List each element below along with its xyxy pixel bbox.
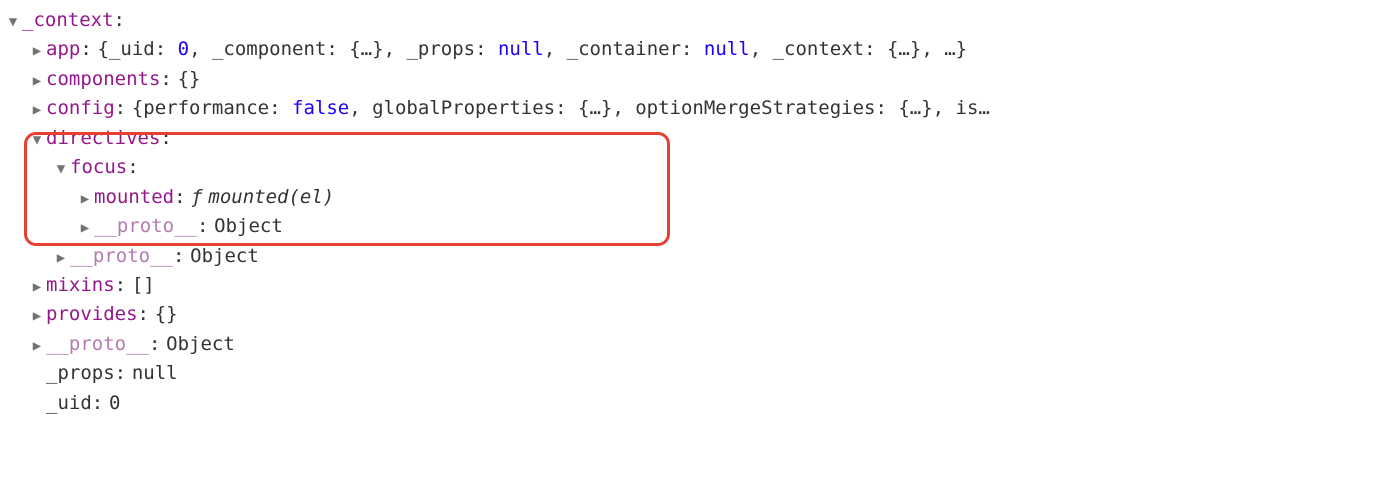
node-directives[interactable]: ▼ directives: — [6, 124, 1366, 153]
chevron-right-icon[interactable]: ▶ — [54, 251, 68, 265]
chevron-down-icon[interactable]: ▼ — [54, 162, 68, 176]
chevron-down-icon[interactable]: ▼ — [30, 133, 44, 147]
node-value: {} — [178, 65, 201, 94]
preview-value: {…} — [578, 97, 612, 119]
node-proto-context[interactable]: ▶ __proto__: Object — [6, 330, 1366, 359]
node-mixins[interactable]: ▶ mixins: [] — [6, 271, 1366, 300]
chevron-right-icon[interactable]: ▶ — [78, 192, 92, 206]
node-provides[interactable]: ▶ provides: {} — [6, 300, 1366, 329]
preview-value: {…} — [349, 38, 383, 60]
object-preview: _uid: 0, _component: {…}, _props: null, … — [109, 35, 921, 64]
preview-value: null — [704, 38, 750, 60]
node-key: _props — [46, 359, 115, 388]
preview-key: performance — [143, 97, 269, 119]
preview-key: _context — [773, 38, 865, 60]
preview-key: _component — [212, 38, 326, 60]
node-value: null — [132, 359, 178, 388]
node-key: mounted — [94, 183, 174, 212]
node-key: __proto__ — [94, 212, 197, 241]
node-proto-focus[interactable]: ▶ __proto__: Object — [6, 212, 1366, 241]
chevron-right-icon[interactable]: ▶ — [30, 74, 44, 88]
preview-value: null — [498, 38, 544, 60]
node-key: provides — [46, 300, 138, 329]
node-key: __proto__ — [70, 242, 173, 271]
preview-key: optionMergeStrategies — [635, 97, 875, 119]
node-focus[interactable]: ▼ focus: — [6, 153, 1366, 182]
preview-open: { — [98, 35, 109, 64]
preview-value: {…} — [887, 38, 921, 60]
function-signature: mounted(el) — [208, 183, 334, 212]
node-value: Object — [190, 242, 259, 271]
preview-open: { — [132, 94, 143, 123]
node-value: 0 — [109, 389, 120, 418]
chevron-right-icon[interactable]: ▶ — [78, 221, 92, 235]
node-mounted[interactable]: ▶ mounted: ƒ mounted(el) — [6, 183, 1366, 212]
node-proto-directives[interactable]: ▶ __proto__: Object — [6, 242, 1366, 271]
node-value: Object — [166, 330, 235, 359]
preview-value: 0 — [178, 38, 189, 60]
node-context[interactable]: ▼ _context: — [6, 6, 1366, 35]
preview-value: {…} — [898, 97, 932, 119]
preview-trailing: , …} — [921, 35, 967, 64]
preview-trailing: , is… — [933, 94, 990, 123]
node-key: __proto__ — [46, 330, 149, 359]
object-tree: ▼ _context: ▶ app: { _uid: 0, _component… — [0, 0, 1380, 424]
preview-key: _uid — [109, 38, 155, 60]
preview-key: _container — [567, 38, 681, 60]
node-value: {} — [155, 300, 178, 329]
chevron-right-icon[interactable]: ▶ — [30, 103, 44, 117]
function-symbol: ƒ — [191, 183, 202, 212]
node-key: directives — [46, 124, 160, 153]
chevron-right-icon[interactable]: ▶ — [30, 280, 44, 294]
node-components[interactable]: ▶ components: {} — [6, 65, 1366, 94]
preview-key: globalProperties — [372, 97, 555, 119]
chevron-right-icon[interactable]: ▶ — [30, 309, 44, 323]
chevron-right-icon[interactable]: ▶ — [30, 44, 44, 58]
node-key: app — [46, 35, 80, 64]
object-preview: performance: false, globalProperties: {…… — [143, 94, 932, 123]
chevron-down-icon[interactable]: ▼ — [6, 15, 20, 29]
chevron-right-icon[interactable]: ▶ — [30, 339, 44, 353]
preview-key: _props — [406, 38, 475, 60]
preview-value: false — [292, 97, 349, 119]
node-app[interactable]: ▶ app: { _uid: 0, _component: {…}, _prop… — [6, 35, 1366, 64]
node-key: _uid — [46, 389, 92, 418]
node-value: [] — [132, 271, 155, 300]
node-uid[interactable]: _uid: 0 — [6, 389, 1366, 418]
node-config[interactable]: ▶ config: { performance: false, globalPr… — [6, 94, 1366, 123]
node-key: _context — [22, 6, 114, 35]
node-key: mixins — [46, 271, 115, 300]
node-key: focus — [70, 153, 127, 182]
node-props[interactable]: _props: null — [6, 359, 1366, 388]
node-key: config — [46, 94, 115, 123]
node-value: Object — [214, 212, 283, 241]
node-key: components — [46, 65, 160, 94]
